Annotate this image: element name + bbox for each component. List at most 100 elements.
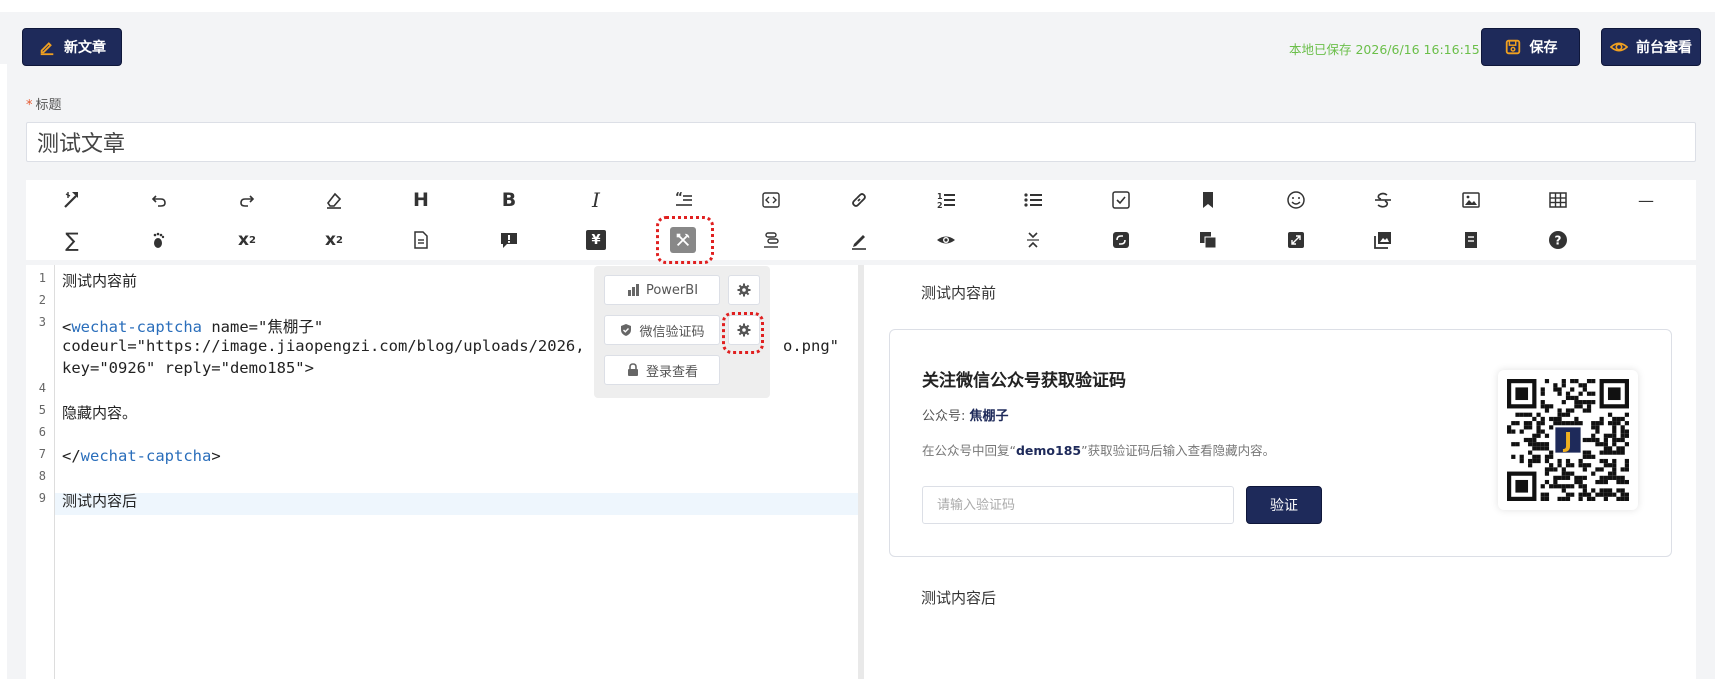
layers-icon[interactable]	[1192, 224, 1224, 256]
powerbi-label: PowerBI	[645, 282, 699, 298]
login-view-label: 登录查看	[645, 364, 698, 380]
verify-button[interactable]: 验证	[1246, 486, 1322, 524]
superscript-icon[interactable]: x2	[231, 224, 263, 256]
bookmark-icon[interactable]	[1192, 184, 1224, 216]
preview-before-text: 测试内容前	[921, 284, 997, 302]
card-title: 关注微信公众号获取验证码	[922, 371, 1126, 391]
alert-icon[interactable]	[493, 224, 525, 256]
svg-text:1: 1	[937, 192, 943, 201]
pen-icon	[40, 42, 54, 56]
code-line-3b: codeurl="https://image.jiaopengzi.com/bl…	[62, 337, 585, 355]
frontend-view-label: 前台查看	[1636, 40, 1692, 56]
preview-after-text: 测试内容后	[921, 589, 997, 607]
sync-icon[interactable]	[1105, 224, 1137, 256]
checklist-icon[interactable]	[1105, 184, 1137, 216]
tag-name: wechat-captcha	[71, 318, 202, 336]
left-edge	[0, 64, 7, 679]
toc-icon[interactable]	[755, 224, 787, 256]
subscript-icon[interactable]: x2	[318, 224, 350, 256]
wechat-captcha-settings-button[interactable]	[728, 315, 760, 345]
link-icon[interactable]	[843, 184, 875, 216]
line-number: 3	[38, 315, 46, 329]
title-input[interactable]	[26, 122, 1696, 162]
superscript-exponent: 2	[249, 234, 256, 246]
qr-code: J	[1498, 370, 1638, 510]
account-name: 焦棚子	[969, 409, 1009, 424]
sigma-icon[interactable]: ∑	[56, 224, 88, 256]
image-icon[interactable]	[1455, 184, 1487, 216]
line-number: 1	[38, 271, 46, 285]
yen-glyph: ¥	[586, 230, 606, 250]
emoji-icon[interactable]	[1280, 184, 1312, 216]
file-icon[interactable]	[1455, 224, 1487, 256]
save-status: 本地已保存 2026/6/16 16:16:15	[1289, 42, 1480, 57]
tag-close-bracket: >	[211, 447, 221, 465]
code-line-3a: <wechat-captcha name="焦棚子"	[62, 315, 323, 337]
horizontal-rule-icon[interactable]: —	[1630, 184, 1662, 216]
code-line-3b-tail: o.png"	[783, 337, 839, 355]
tag-attr-codeurl: codeurl="https://image.jiaopengzi.com/bl…	[62, 337, 585, 355]
tag-close-open: </	[62, 447, 81, 465]
magic-icon[interactable]	[56, 184, 88, 216]
footnote-icon[interactable]	[143, 224, 175, 256]
lock-icon	[627, 363, 638, 376]
desc-prefix: 在公众号中回复“	[922, 443, 1016, 458]
subscript-base: x	[325, 230, 336, 250]
eraser-icon[interactable]	[318, 184, 350, 216]
tag-open-bracket: <	[62, 318, 72, 336]
tools-icon[interactable]	[667, 224, 699, 256]
redo-icon[interactable]	[231, 184, 263, 216]
gear-icon	[737, 323, 751, 337]
quote-icon[interactable]: “	[668, 184, 700, 216]
title-label-text: 标题	[35, 98, 62, 113]
gear-icon	[737, 283, 751, 297]
line-number: 2	[38, 293, 46, 307]
code-line-1: 测试内容前	[62, 272, 138, 290]
preview-icon[interactable]	[930, 224, 962, 256]
save-button[interactable]: 保存	[1481, 28, 1580, 66]
captcha-code-input[interactable]	[922, 486, 1234, 524]
code-line-9: 测试内容后	[62, 492, 138, 510]
tools-dropdown: PowerBI 微信验证码 登录查看	[594, 266, 770, 398]
frontend-view-button[interactable]: 前台查看	[1601, 28, 1701, 66]
line-number: 6	[38, 425, 46, 439]
code-icon[interactable]	[755, 184, 787, 216]
qr-center-letter: J	[1562, 428, 1572, 453]
editor-toolbar: H B I “ 12 — ∑ x2 x2 ¥ ?	[26, 180, 1696, 260]
line-number: 9	[38, 491, 46, 505]
save-label: 保存	[1529, 40, 1558, 56]
shield-icon	[621, 324, 632, 336]
tools-icon-badge	[670, 227, 696, 253]
powerbi-button[interactable]: PowerBI	[604, 275, 720, 305]
wechat-captcha-button[interactable]: 微信验证码	[604, 315, 720, 345]
chart-icon	[627, 284, 639, 296]
tag-attr-name: name="焦棚子"	[202, 318, 324, 336]
strikethrough-icon[interactable]	[1367, 184, 1399, 216]
new-article-button[interactable]: 新文章	[22, 28, 122, 66]
undo-icon[interactable]	[143, 184, 175, 216]
pen-icon[interactable]	[843, 224, 875, 256]
collapse-icon[interactable]	[1017, 224, 1049, 256]
title-label: * 标题	[26, 94, 62, 113]
help-icon[interactable]: ?	[1542, 224, 1574, 256]
fullscreen-icon[interactable]	[1280, 224, 1312, 256]
active-line-highlight	[26, 493, 858, 515]
unordered-list-icon[interactable]	[1017, 184, 1049, 216]
code-line-3c: key="0926" reply="demo185">	[62, 359, 314, 377]
table-icon[interactable]	[1542, 184, 1574, 216]
yen-icon[interactable]: ¥	[580, 224, 612, 256]
line-number: 7	[38, 447, 46, 461]
login-view-button[interactable]: 登录查看	[604, 355, 720, 385]
heading-icon[interactable]: H	[405, 184, 437, 216]
bold-icon[interactable]: B	[493, 184, 525, 216]
line-number: 8	[38, 469, 46, 483]
powerbi-settings-button[interactable]	[728, 275, 760, 305]
ordered-list-icon[interactable]: 12	[930, 184, 962, 216]
italic-icon[interactable]: I	[580, 184, 612, 216]
gallery-icon[interactable]	[1367, 224, 1399, 256]
document-icon[interactable]	[405, 224, 437, 256]
line-number: 4	[38, 381, 46, 395]
code-line-7: </wechat-captcha>	[62, 447, 221, 465]
card-description: 在公众号中回复“demo185”获取验证码后输入查看隐藏内容。	[922, 440, 1275, 459]
desc-suffix: ”获取验证码后输入查看隐藏内容。	[1081, 443, 1276, 458]
